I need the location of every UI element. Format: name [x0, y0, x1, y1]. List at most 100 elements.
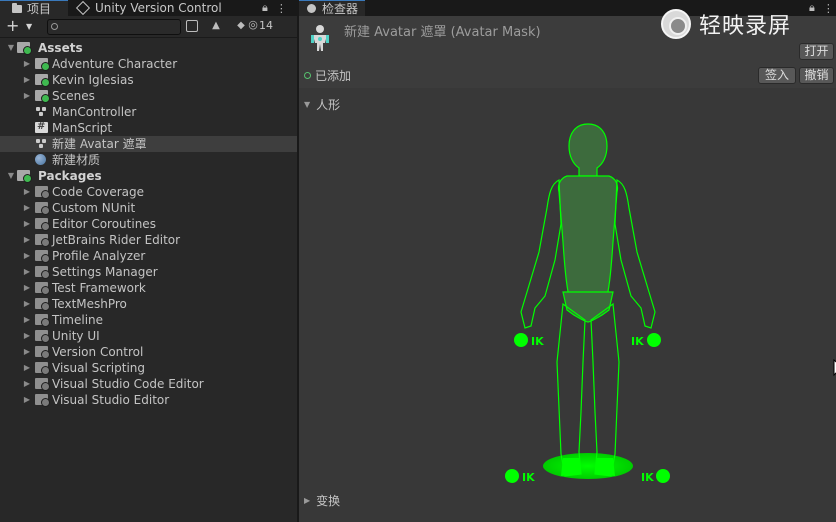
tree-item-label: Assets [38, 41, 83, 55]
right-foot-body-part[interactable] [595, 458, 615, 476]
chevron-down-icon[interactable]: ▼ [6, 168, 16, 184]
left-leg-body-part[interactable] [556, 302, 586, 477]
torso-body-part[interactable] [557, 175, 619, 305]
head-body-part[interactable] [568, 123, 608, 177]
inspector-title: 新建 Avatar 遮罩 (Avatar Mask) [344, 25, 541, 40]
chevron-right-icon: ▶ [304, 496, 311, 505]
lock-icon[interactable]: 🔒︎ [809, 1, 815, 15]
tree-item[interactable]: ▶ Code Coverage [0, 184, 297, 200]
tree-item-label: Settings Manager [52, 265, 158, 279]
tree-item-label: Adventure Character [52, 57, 178, 71]
add-icon: + [6, 16, 20, 35]
folder-icon [12, 2, 22, 13]
chevron-right-icon[interactable]: ▶ [22, 248, 32, 264]
tree-item[interactable]: 新建 Avatar 遮罩 [0, 136, 297, 152]
tab-project[interactable]: 项目 [0, 0, 68, 16]
revert-button[interactable]: 撤销 [799, 67, 834, 84]
more-menu-icon[interactable]: ⋮ [823, 2, 834, 15]
left-hand-ik-label: IK [531, 335, 544, 348]
chevron-down-icon: ▼ [26, 22, 33, 31]
tree-item[interactable]: ▶ Profile Analyzer [0, 248, 297, 264]
tab-inspector-label: 检查器 [322, 2, 359, 16]
left-foot-body-part[interactable] [561, 458, 581, 476]
chevron-right-icon[interactable]: ▶ [22, 200, 32, 216]
tree-item[interactable]: ▶ Custom NUnit [0, 200, 297, 216]
tree-item[interactable]: ▶ Scenes [0, 88, 297, 104]
tree-item[interactable]: ▶ Adventure Character [0, 56, 297, 72]
more-menu-icon[interactable]: ⋮ [276, 2, 287, 15]
tree-item[interactable]: ▶ Test Framework [0, 280, 297, 296]
chevron-right-icon[interactable]: ▶ [22, 88, 32, 104]
chevron-right-icon[interactable]: ▶ [22, 376, 32, 392]
tree-item-label: Custom NUnit [52, 201, 136, 215]
chevron-right-icon[interactable]: ▶ [22, 232, 32, 248]
hip-body-part[interactable] [562, 291, 614, 323]
chevron-right-icon[interactable]: ▶ [22, 264, 32, 280]
search-input[interactable] [47, 19, 181, 35]
tree-item[interactable]: ManScript [0, 119, 297, 136]
transform-section-header[interactable]: ▶ 变换 [304, 492, 340, 509]
tree-item-label: 新建材质 [52, 153, 101, 167]
package-folder-icon [35, 378, 50, 391]
chevron-right-icon[interactable]: ▶ [22, 72, 32, 88]
tab-vcs-label: Unity Version Control [95, 1, 222, 15]
chevron-right-icon[interactable]: ▶ [22, 312, 32, 328]
right-hand-ik-toggle[interactable] [647, 333, 661, 347]
tree-item[interactable]: ManController [0, 104, 297, 120]
tree-item[interactable]: ▶ Settings Manager [0, 264, 297, 280]
tree-item[interactable]: ▶ Visual Scripting [0, 360, 297, 376]
package-folder-icon [35, 218, 50, 231]
package-folder-icon [35, 298, 50, 311]
open-button[interactable]: 打开 [799, 43, 834, 60]
tree-item[interactable]: ▶ Kevin Iglesias [0, 72, 297, 88]
scene-search-icon[interactable] [186, 20, 198, 32]
right-foot-ik-toggle[interactable] [656, 469, 670, 483]
chevron-down-icon[interactable]: ▼ [6, 40, 16, 56]
chevron-right-icon[interactable]: ▶ [22, 360, 32, 376]
tab-version-control[interactable]: Unity Version Control [75, 0, 228, 16]
tree-item-label: Editor Coroutines [52, 217, 156, 231]
filter-type-icon[interactable]: ▲ [210, 20, 222, 32]
hidden-eye-icon[interactable]: ◎ [247, 19, 259, 31]
tree-item-label: Test Framework [52, 281, 146, 295]
tree-root-assets[interactable]: ▼ Assets [0, 40, 297, 56]
tree-item[interactable]: ▶ Timeline [0, 312, 297, 328]
tree-item-label: ManScript [52, 121, 113, 135]
chevron-right-icon[interactable]: ▶ [22, 328, 32, 344]
tree-item-label: Visual Studio Code Editor [52, 377, 204, 391]
project-tab-bar: 项目 Unity Version Control 🔒︎ ⋮ [0, 0, 297, 16]
tree-item[interactable]: ▶ TextMeshPro [0, 296, 297, 312]
tree-item[interactable]: ▶ Visual Studio Editor [0, 392, 297, 408]
tab-inspector[interactable]: 检查器 [299, 0, 365, 16]
tree-item[interactable]: ▶ Visual Studio Code Editor [0, 376, 297, 392]
lock-icon[interactable]: 🔒︎ [262, 1, 268, 15]
chevron-right-icon[interactable]: ▶ [22, 296, 32, 312]
tree-item[interactable]: ▶ Unity UI [0, 328, 297, 344]
left-hand-ik-toggle[interactable] [514, 333, 528, 347]
avatar-mask-icon [311, 25, 329, 51]
left-foot-ik-toggle[interactable] [505, 469, 519, 483]
chevron-right-icon[interactable]: ▶ [22, 184, 32, 200]
right-arm-body-part[interactable] [614, 179, 656, 329]
tree-item[interactable]: ▶ Version Control [0, 344, 297, 360]
tree-item[interactable]: 新建材质 [0, 152, 297, 168]
tree-item[interactable]: ▶ Editor Coroutines [0, 216, 297, 232]
left-arm-body-part[interactable] [520, 179, 562, 329]
chevron-right-icon[interactable]: ▶ [22, 216, 32, 232]
chevron-right-icon[interactable]: ▶ [22, 56, 32, 72]
label-tag-icon[interactable]: ◆ [235, 20, 247, 32]
chevron-right-icon[interactable]: ▶ [22, 280, 32, 296]
tree-item-label: Visual Studio Editor [52, 393, 170, 407]
tree-item[interactable]: ▶ JetBrains Rider Editor [0, 232, 297, 248]
add-asset-button[interactable]: + ▼ [6, 18, 40, 35]
tree-item-label: TextMeshPro [52, 297, 127, 311]
hidden-count: 14 [259, 19, 273, 32]
humanoid-section-header[interactable]: ▼ 人形 [304, 96, 340, 113]
chevron-right-icon[interactable]: ▶ [22, 392, 32, 408]
checkin-button[interactable]: 签入 [758, 67, 796, 84]
tree-root-packages[interactable]: ▼ Packages [0, 168, 297, 184]
right-leg-body-part[interactable] [590, 302, 620, 477]
root-floor-toggle[interactable] [543, 453, 633, 479]
folder-icon [35, 58, 50, 71]
chevron-right-icon[interactable]: ▶ [22, 344, 32, 360]
